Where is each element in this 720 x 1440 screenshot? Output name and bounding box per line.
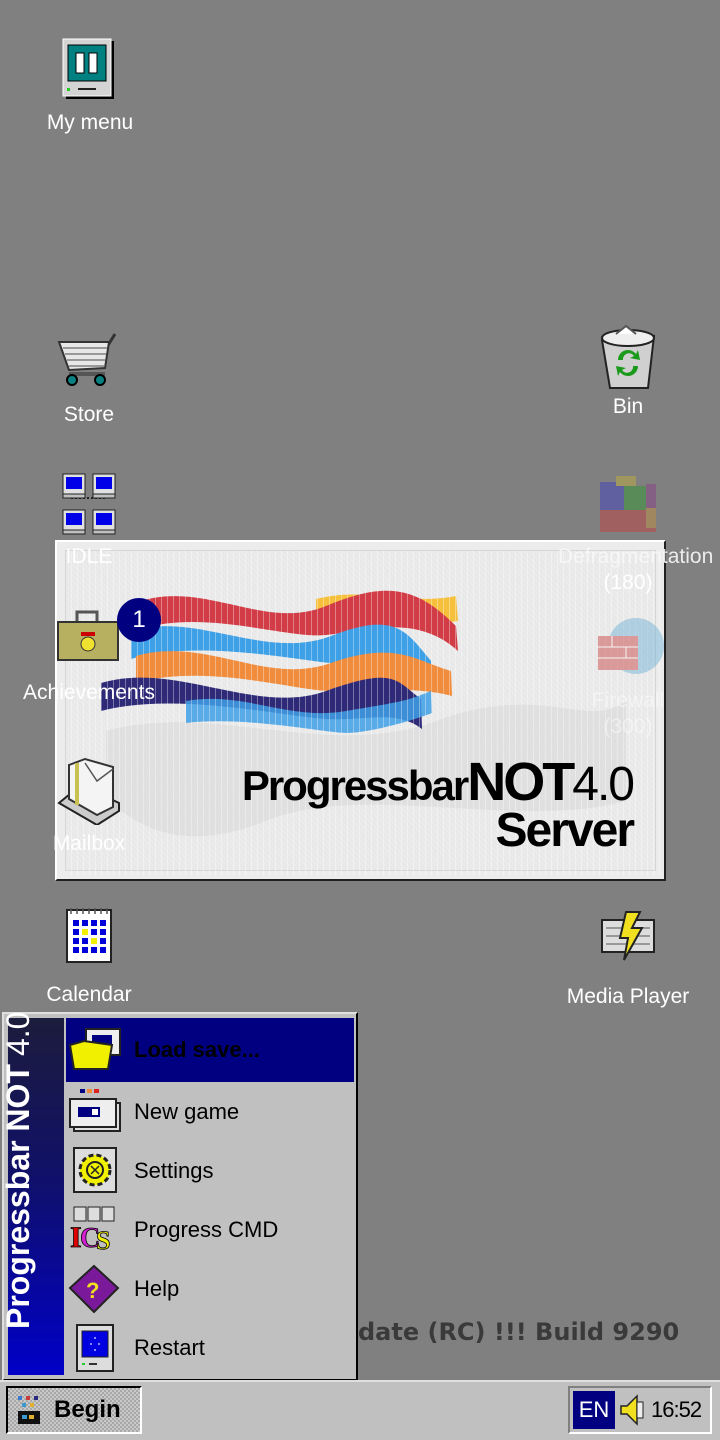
recycle-bin-icon xyxy=(596,322,660,389)
shopping-cart-icon xyxy=(57,330,121,394)
desktop-icon-label: Firewall xyxy=(591,689,665,712)
notification-badge: 1 xyxy=(117,598,161,642)
new-game-window-icon xyxy=(68,1087,124,1137)
speaker-icon[interactable] xyxy=(619,1394,645,1426)
desktop-icon-label: Defragmentation xyxy=(558,545,714,568)
desktop-icon-sublabel: (180) xyxy=(603,571,653,594)
start-menu-banner: Progressbar NOT 4.0 xyxy=(0,1012,64,1375)
desktop-icon-defragmentation[interactable] xyxy=(558,472,698,536)
start-menu: Progressbar NOT 4.0 Load save... New game xyxy=(0,1012,358,1381)
gear-icon xyxy=(68,1146,124,1196)
desktop-icon-calendar[interactable]: Calendar xyxy=(19,906,159,1008)
restart-computer-icon xyxy=(68,1323,124,1373)
menu-item-label: Help xyxy=(134,1275,180,1301)
cmd-icon: I C S xyxy=(68,1205,124,1255)
desktop-icon-bin[interactable]: Bin xyxy=(558,322,698,420)
mailbox-icon xyxy=(57,755,121,827)
help-book-icon: ? xyxy=(68,1264,124,1314)
media-player-icon xyxy=(596,910,660,974)
desktop-icon-label: Calendar xyxy=(46,983,132,1006)
menu-item-label: Restart xyxy=(134,1334,205,1360)
desktop-icon-defragmentation-label-wrap: Defragmentation (180) xyxy=(558,540,714,596)
calendar-icon xyxy=(57,906,121,970)
begin-label: Begin xyxy=(54,1396,121,1423)
network-computers-icon xyxy=(57,472,121,536)
menu-item-label: Progress CMD xyxy=(134,1216,279,1242)
brand-word: Progressbar xyxy=(241,762,469,809)
menu-item-label: Load save... xyxy=(134,1037,260,1062)
system-tray: EN 16:52 xyxy=(568,1386,712,1434)
desktop-icon-idle-label-wrap: IDLE xyxy=(19,540,159,570)
desktop-icon-my-menu[interactable]: My menu xyxy=(20,38,160,136)
desktop-icon-label: Achievements xyxy=(23,681,155,704)
desktop-icon-label: Media Player xyxy=(566,985,690,1008)
achievements-case-icon: 1 xyxy=(55,598,161,664)
svg-text:?: ? xyxy=(86,1278,99,1303)
brand-edition: Server xyxy=(495,804,635,857)
desktop-icon-label: IDLE xyxy=(65,545,113,568)
folder-open-icon xyxy=(68,1025,124,1075)
desktop-icon-mailbox[interactable]: Mailbox xyxy=(19,755,159,857)
menu-item-restart[interactable]: Restart xyxy=(66,1318,354,1377)
begin-button[interactable]: Begin xyxy=(6,1386,142,1434)
taskbar: Begin EN 16:52 xyxy=(0,1380,720,1440)
splash-brand: ProgressbarNOT4.0 Server xyxy=(241,755,635,857)
menu-item-help[interactable]: ? Help xyxy=(66,1259,354,1318)
desktop-icon-label: Store xyxy=(63,403,115,426)
computer-pause-icon xyxy=(58,38,122,102)
menu-item-label: Settings xyxy=(134,1157,214,1183)
desktop-icon-label: Mailbox xyxy=(52,832,126,855)
desktop-icon-label: My menu xyxy=(46,111,134,134)
menu-item-load-save[interactable]: Load save... xyxy=(66,1018,354,1082)
language-indicator[interactable]: EN xyxy=(573,1391,615,1429)
firewall-globe-icon xyxy=(596,614,664,678)
desktop-icon-achievements[interactable]: 1 Achievements xyxy=(19,598,161,706)
build-version-text: date (RC) !!! Build 9290 xyxy=(358,1318,680,1346)
desktop-icon-idle[interactable] xyxy=(19,472,159,536)
desktop-icon-media-player[interactable]: Media Player xyxy=(558,910,698,1010)
menu-item-settings[interactable]: Settings xyxy=(66,1141,354,1200)
banner-version: 4.0 xyxy=(0,1011,36,1057)
desktop-icon-label: Bin xyxy=(612,395,644,418)
menu-item-label: New game xyxy=(134,1098,240,1124)
svg-text:S: S xyxy=(96,1226,110,1255)
desktop-icon-sublabel: (300) xyxy=(603,715,653,738)
menu-item-progress-cmd[interactable]: I C S Progress CMD xyxy=(66,1200,354,1259)
desktop-icon-store[interactable]: Store xyxy=(19,330,159,428)
desktop-icon-firewall[interactable]: Firewall (300) xyxy=(558,614,698,740)
banner-title: Progressbar NOT xyxy=(0,1064,36,1329)
clock[interactable]: 16:52 xyxy=(651,1397,702,1423)
brand-not: NOT xyxy=(467,752,575,812)
defrag-blocks-icon xyxy=(596,472,660,536)
begin-logo-icon xyxy=(16,1394,42,1426)
menu-item-new-game[interactable]: New game xyxy=(66,1082,354,1141)
